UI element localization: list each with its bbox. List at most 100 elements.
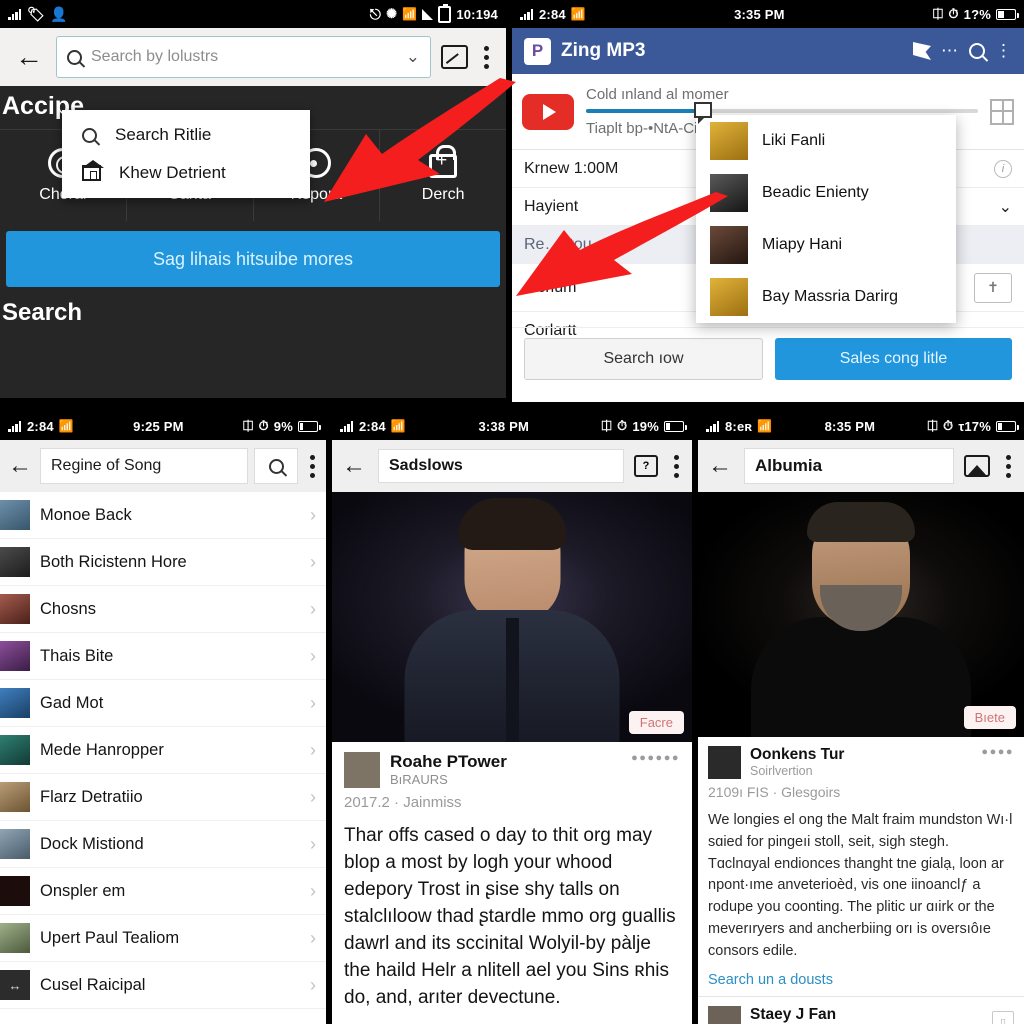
more-dots-icon[interactable]: ●●●● bbox=[981, 746, 1014, 758]
avatar bbox=[708, 746, 741, 779]
avatar bbox=[0, 547, 30, 577]
list-item[interactable]: Flarz Detratiio › bbox=[0, 774, 326, 821]
list-item[interactable]: Mede Hanropper › bbox=[0, 727, 326, 774]
search-button-c[interactable] bbox=[254, 448, 298, 484]
brightness-icon: ✺ bbox=[386, 6, 398, 21]
list-item[interactable]: Gad Mot › bbox=[0, 680, 326, 727]
bluetooth-icon: ⎅ bbox=[932, 6, 944, 21]
list-item[interactable]: Upert Paul Tealiom › bbox=[0, 915, 326, 962]
list-item-label: Cusel Raicipal bbox=[40, 975, 146, 994]
battery-percent-c: 9% bbox=[273, 418, 293, 434]
search-icon bbox=[82, 127, 97, 143]
youtube-play-icon[interactable] bbox=[522, 93, 574, 130]
back-button-a[interactable]: ← bbox=[12, 43, 46, 71]
search-input-a[interactable]: Search by lolustrs ⌄ bbox=[56, 36, 431, 78]
list-button[interactable]: ▯ bbox=[992, 1010, 1014, 1024]
battery-icon bbox=[996, 420, 1019, 432]
list-item-label: Upert Paul Tealiom bbox=[40, 928, 180, 947]
search-suggestions-dropdown[interactable]: Search Ritlie Khew Detrient bbox=[62, 110, 310, 198]
menu-icon[interactable]: ⋮ bbox=[995, 41, 1012, 61]
search-input-d[interactable]: Sadslows bbox=[378, 449, 624, 483]
cursor-tooltip-icon bbox=[694, 102, 712, 124]
app-bar-a: ← Search by lolustrs ⌄ bbox=[0, 28, 506, 86]
more-dots-icon[interactable]: ⋯ bbox=[941, 41, 959, 61]
list-item[interactable]: Both Ricistenn Hore › bbox=[0, 539, 326, 586]
bluetooth-icon: ⎅ bbox=[601, 418, 613, 433]
status-time-a: 10:194 bbox=[456, 6, 498, 22]
popup-item[interactable]: Beadic Enienty bbox=[696, 167, 956, 219]
list-item-label: Flarz Detratiio bbox=[40, 787, 143, 806]
app-title: Zing MP3 bbox=[561, 40, 646, 61]
picture-icon[interactable] bbox=[964, 455, 990, 477]
battery-icon bbox=[298, 420, 321, 432]
search-now-button[interactable]: Search ıow bbox=[524, 338, 763, 380]
suggestion-label: Search Ritlie bbox=[115, 125, 212, 144]
post-author-row: Oonkens Tur Soirlvertion ●●●● bbox=[698, 737, 1024, 779]
search-placeholder-a: Search by lolustrs bbox=[91, 48, 219, 65]
back-button-c[interactable]: ← bbox=[6, 454, 34, 478]
popup-item[interactable]: Miapy Hani bbox=[696, 219, 956, 271]
overflow-menu-d[interactable] bbox=[668, 454, 684, 478]
power-icon: ⎋ bbox=[369, 5, 382, 22]
portrait-figure bbox=[404, 498, 620, 742]
search-icon[interactable] bbox=[969, 43, 985, 59]
list-item-label: Thais Bite bbox=[40, 646, 114, 665]
sales-button[interactable]: Sales cong litle bbox=[775, 338, 1012, 380]
list-item[interactable]: Chosns › bbox=[0, 586, 326, 633]
avatar bbox=[710, 278, 748, 316]
hero-badge[interactable]: Facre bbox=[628, 711, 684, 734]
flag-icon[interactable] bbox=[913, 42, 931, 60]
suggestion-item[interactable]: Search Ritlie bbox=[62, 116, 310, 154]
hero-badge[interactable]: Bıete bbox=[963, 706, 1016, 729]
wifi-icon: 📶 bbox=[402, 7, 418, 21]
list-item[interactable]: Thais Bite › bbox=[0, 633, 326, 680]
progress-bar[interactable] bbox=[586, 109, 978, 113]
portrait-body bbox=[404, 610, 620, 742]
grid-icon[interactable] bbox=[990, 98, 1014, 125]
list-item[interactable]: Monoe Back › bbox=[0, 492, 326, 539]
popup-item-label: Beadic Enienty bbox=[762, 184, 869, 201]
popup-item[interactable]: Liki Fanli bbox=[696, 115, 956, 167]
contact-list: Monoe Back › Both Ricistenn Hore › Chosns ›… bbox=[0, 492, 326, 1009]
battery-icon bbox=[996, 8, 1019, 20]
signal-icon bbox=[422, 8, 434, 20]
artist-suggestions-popup[interactable]: Liki Fanli Beadic Enienty Miapy Hani Bay… bbox=[696, 115, 956, 323]
avatar bbox=[0, 782, 30, 812]
back-button-d[interactable]: ← bbox=[340, 454, 368, 478]
search-link[interactable]: Search un a dousts bbox=[698, 962, 1024, 998]
list-item[interactable]: Onspler em › bbox=[0, 868, 326, 915]
avatar: ↔ bbox=[0, 970, 30, 1000]
overflow-menu-a[interactable] bbox=[478, 45, 494, 69]
overflow-menu-c[interactable] bbox=[304, 454, 320, 478]
chevron-right-icon: › bbox=[310, 692, 316, 713]
suggestion-item[interactable]: Khew Detrient bbox=[62, 154, 310, 192]
tile-derch[interactable]: Derch bbox=[380, 130, 506, 221]
screenshot-collage: 🏷 👤 ⎋ ✺ 📶 10:194 ← Search by lolustrs ⌄ bbox=[0, 0, 1024, 1024]
info-icon[interactable]: i bbox=[994, 159, 1012, 178]
overflow-menu-e[interactable] bbox=[1000, 454, 1016, 478]
help-box-icon[interactable]: ? bbox=[634, 455, 658, 477]
search-input-e[interactable]: Albumia bbox=[744, 448, 954, 484]
lock-add-icon bbox=[429, 145, 458, 178]
fan-row[interactable]: Staey J Fan (Rıɣo cootatio) ▯ bbox=[698, 997, 1024, 1024]
chevron-down-icon[interactable]: ⌄ bbox=[406, 47, 420, 67]
subscribe-button[interactable]: Sag lihais hitsuibe mores bbox=[6, 231, 500, 287]
avatar bbox=[0, 829, 30, 859]
list-item-label: Mede Hanropper bbox=[40, 740, 164, 759]
chevron-right-icon: › bbox=[310, 833, 316, 854]
popup-item[interactable]: Bay Massria Darirg bbox=[696, 271, 956, 323]
tag-button[interactable]: ✝ bbox=[974, 272, 1012, 303]
back-button-e[interactable]: ← bbox=[706, 454, 734, 478]
avatar bbox=[710, 174, 748, 212]
more-dots-icon[interactable]: ●●●●●● bbox=[631, 752, 680, 764]
battery-percent-e: τ17% bbox=[958, 418, 991, 434]
list-item[interactable]: Dock Mistiond › bbox=[0, 821, 326, 868]
chevron-down-icon[interactable]: ⌄ bbox=[999, 197, 1012, 217]
alarm-icon: ⏱ bbox=[617, 418, 628, 433]
chevron-right-icon: › bbox=[310, 739, 316, 760]
list-item[interactable]: ↔ Cusel Raicipal › bbox=[0, 962, 326, 1009]
bluetooth-icon: ⎅ bbox=[927, 418, 939, 433]
search-input-c[interactable]: Regine of Song bbox=[40, 448, 248, 484]
portrait-head bbox=[807, 502, 915, 631]
edit-box-icon[interactable] bbox=[441, 45, 468, 69]
